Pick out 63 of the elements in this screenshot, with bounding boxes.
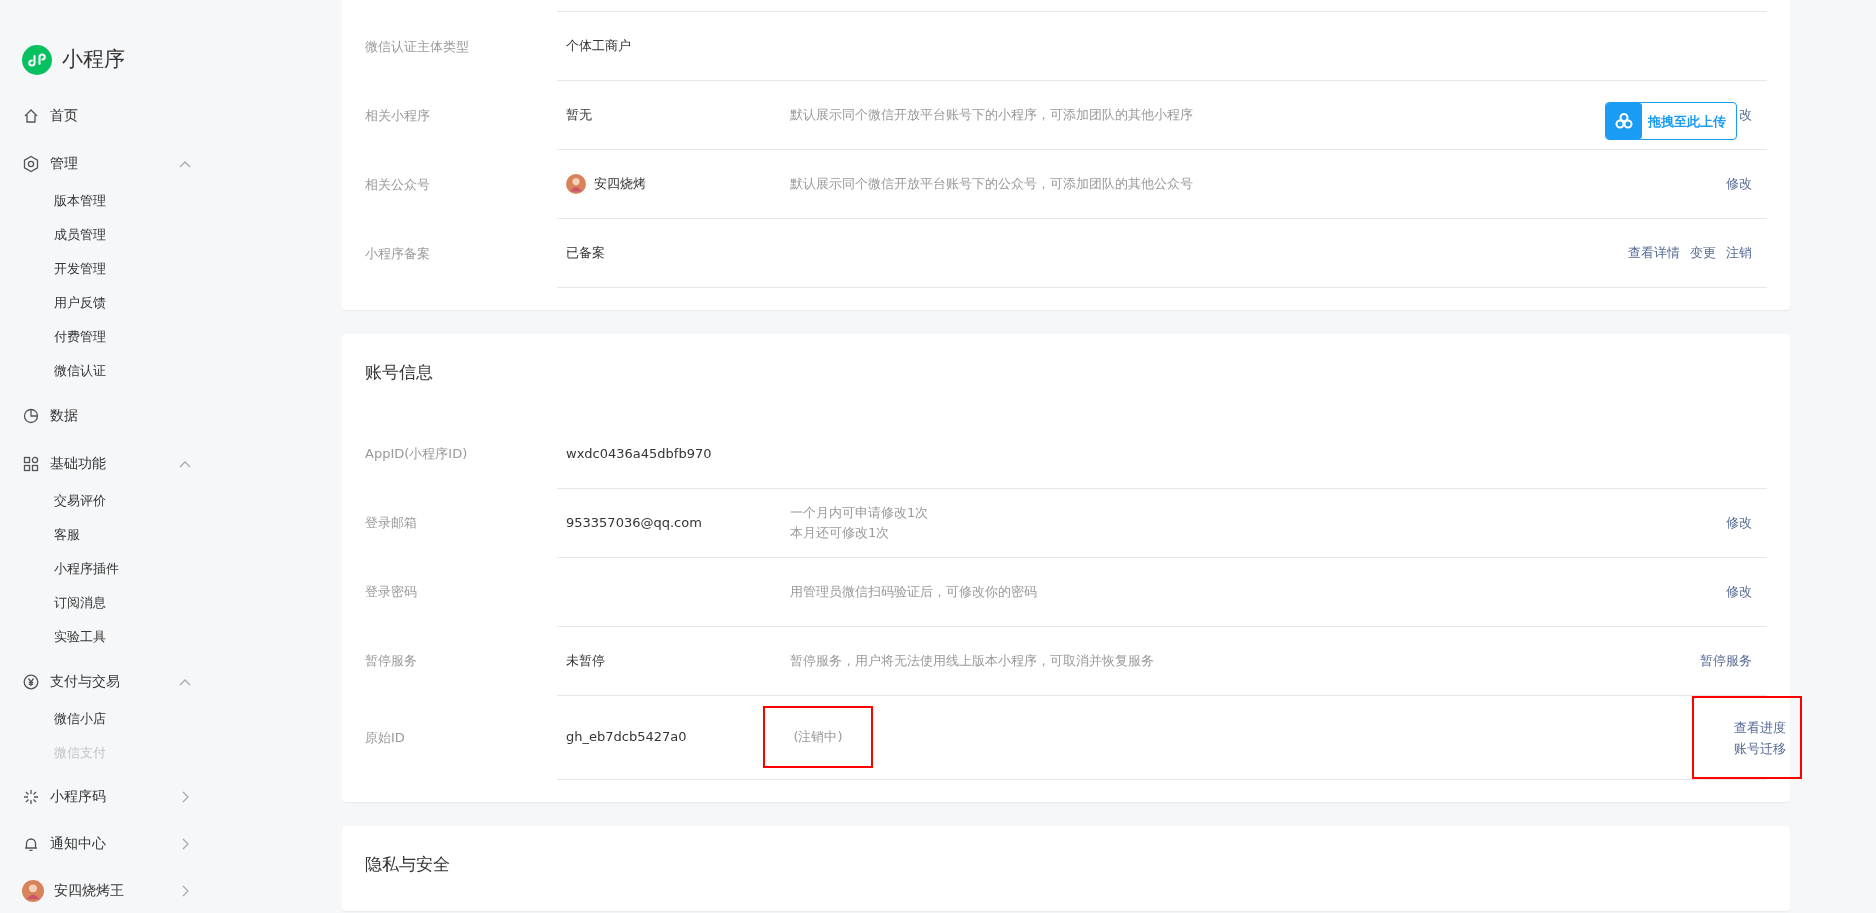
- sidebar-subitem[interactable]: 客服: [22, 517, 80, 552]
- field-label: AppID(小程序ID): [365, 445, 468, 464]
- link[interactable]: 变更: [1690, 243, 1716, 263]
- field-value: 安四烧烤: [594, 175, 646, 194]
- field-note: (注销中): [793, 728, 843, 747]
- field-value: 个体工商户: [566, 37, 631, 56]
- link[interactable]: 修改: [1726, 512, 1752, 533]
- logo-icon: [22, 44, 52, 75]
- link[interactable]: 修改: [1726, 581, 1752, 602]
- sidebar-subitem[interactable]: 实验工具: [22, 619, 106, 654]
- sidebar-subitem[interactable]: 用户反馈: [22, 285, 106, 320]
- field-note: 默认展示同个微信开放平台账号下的小程序，可添加团队的其他小程序: [790, 106, 1193, 125]
- link[interactable]: 改: [1739, 105, 1752, 125]
- field-value: 953357036@qq.com: [566, 513, 702, 532]
- avatar: [22, 879, 44, 902]
- field-value: wxdc0436a45dbfb970: [566, 444, 712, 463]
- field-label: 暂停服务: [365, 652, 417, 671]
- link[interactable]: 暂停服务: [1700, 650, 1752, 671]
- sidebar-subitem[interactable]: 开发管理: [22, 251, 106, 286]
- field-label: 微信认证主体类型: [365, 37, 469, 56]
- field-label: 登录邮箱: [365, 514, 417, 533]
- sparkle-icon: [22, 787, 40, 806]
- sidebar-item[interactable]: 支付与交易: [22, 661, 192, 702]
- logo-text: 小程序: [62, 46, 125, 73]
- field-note: 本月还可修改1次: [790, 523, 890, 542]
- field-label: 登录密码: [365, 583, 417, 602]
- pie-chart-icon: [22, 406, 40, 425]
- sidebar-subitem[interactable]: 小程序插件: [22, 551, 119, 586]
- sidebar-item[interactable]: 安四烧烤王: [22, 870, 192, 911]
- sidebar-item[interactable]: 通知中心: [22, 823, 192, 864]
- field-value: 未暂停: [566, 651, 605, 670]
- field-label: 相关小程序: [365, 106, 430, 125]
- sidebar-item[interactable]: 数据: [22, 395, 192, 436]
- field-note: 用管理员微信扫码验证后，可修改你的密码: [790, 582, 1037, 601]
- field-value: 已备案: [566, 244, 605, 263]
- field-note: 暂停服务，用户将无法使用线上版本小程序，可取消并恢复服务: [790, 651, 1154, 670]
- link[interactable]: 注销: [1726, 243, 1752, 263]
- link[interactable]: 查看详情: [1628, 243, 1680, 263]
- sidebar-subitem[interactable]: 订阅消息: [22, 585, 106, 620]
- sidebar-subitem[interactable]: 版本管理: [22, 183, 106, 218]
- field-label: 原始ID: [365, 728, 405, 747]
- field-label: 小程序备案: [365, 244, 430, 263]
- sidebar-subitem[interactable]: 微信认证: [22, 353, 106, 388]
- link[interactable]: 修改: [1726, 174, 1752, 194]
- field-note: 默认展示同个微信开放平台账号下的公众号，可添加团队的其他公众号: [790, 175, 1193, 194]
- sidebar-subitem[interactable]: 付费管理: [22, 319, 106, 354]
- sidebar-item[interactable]: 基础功能: [22, 443, 192, 484]
- link[interactable]: 账号迁移: [1734, 739, 1786, 759]
- field-label: 相关公众号: [365, 175, 430, 194]
- hexagon-icon: [22, 154, 40, 173]
- grid-icon: [22, 454, 40, 473]
- sidebar-subitem[interactable]: 微信小店: [22, 701, 106, 736]
- link[interactable]: 查看进度: [1734, 717, 1786, 737]
- field-value: gh_eb7dcb5427a0: [566, 728, 687, 747]
- sidebar-item[interactable]: 小程序码: [22, 776, 192, 817]
- sidebar-item[interactable]: 首页: [22, 95, 192, 136]
- section-title: 隐私与安全: [365, 852, 451, 876]
- section-title: 账号信息: [365, 361, 434, 384]
- sidebar-subitem[interactable]: 成员管理: [22, 217, 106, 252]
- field-value: 暂无: [566, 106, 592, 125]
- yen-icon: [22, 672, 40, 691]
- sidebar-item[interactable]: 管理: [22, 143, 192, 184]
- sidebar-subitem[interactable]: 交易评价: [22, 483, 106, 518]
